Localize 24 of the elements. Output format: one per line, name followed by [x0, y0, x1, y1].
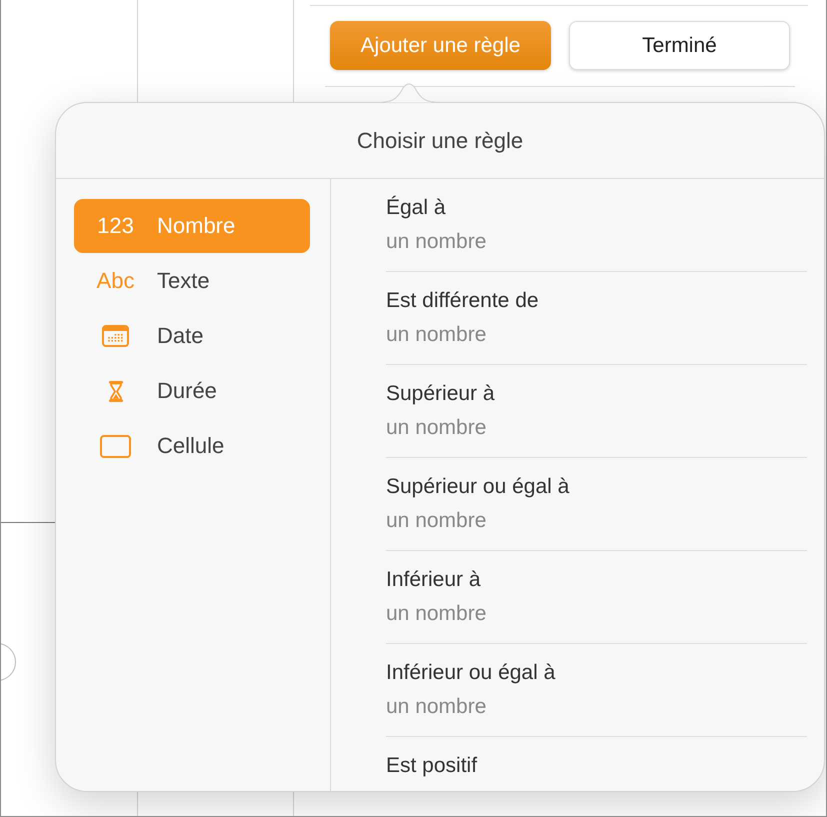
rule-title[interactable]: Supérieur ou égal à [386, 472, 570, 502]
rule-subtitle: un nombre [386, 229, 486, 255]
rule-title[interactable]: Est différente de [386, 286, 539, 316]
rule-title[interactable]: Égal à [386, 193, 446, 223]
rule-subtitle: un nombre [386, 694, 486, 720]
hourglass-icon [108, 380, 122, 402]
done-button[interactable]: Terminé [569, 21, 790, 70]
rule-subtitle: un nombre [386, 508, 486, 534]
rule-title[interactable]: Inférieur à [386, 565, 481, 595]
category-item[interactable]: Abc Texte [74, 254, 310, 308]
rectangle-icon [100, 434, 131, 458]
calendar-icon [102, 325, 129, 347]
rule-title[interactable]: Supérieur à [386, 379, 495, 409]
rule-subtitle: un nombre [386, 322, 486, 348]
digits-icon: 123 [97, 213, 134, 239]
rule-title[interactable]: Inférieur ou égal à [386, 658, 556, 688]
letters-icon: Abc [96, 268, 134, 294]
popover-title: Choisir une règle [356, 128, 524, 154]
category-item[interactable]: Date [74, 309, 310, 363]
rule-subtitle: un nombre [386, 601, 486, 627]
category-item[interactable]: Durée [74, 364, 310, 418]
category-item[interactable]: Cellule [74, 419, 310, 473]
rule-title[interactable]: Est positif [386, 751, 478, 781]
rule-subtitle: un nombre [386, 415, 486, 441]
